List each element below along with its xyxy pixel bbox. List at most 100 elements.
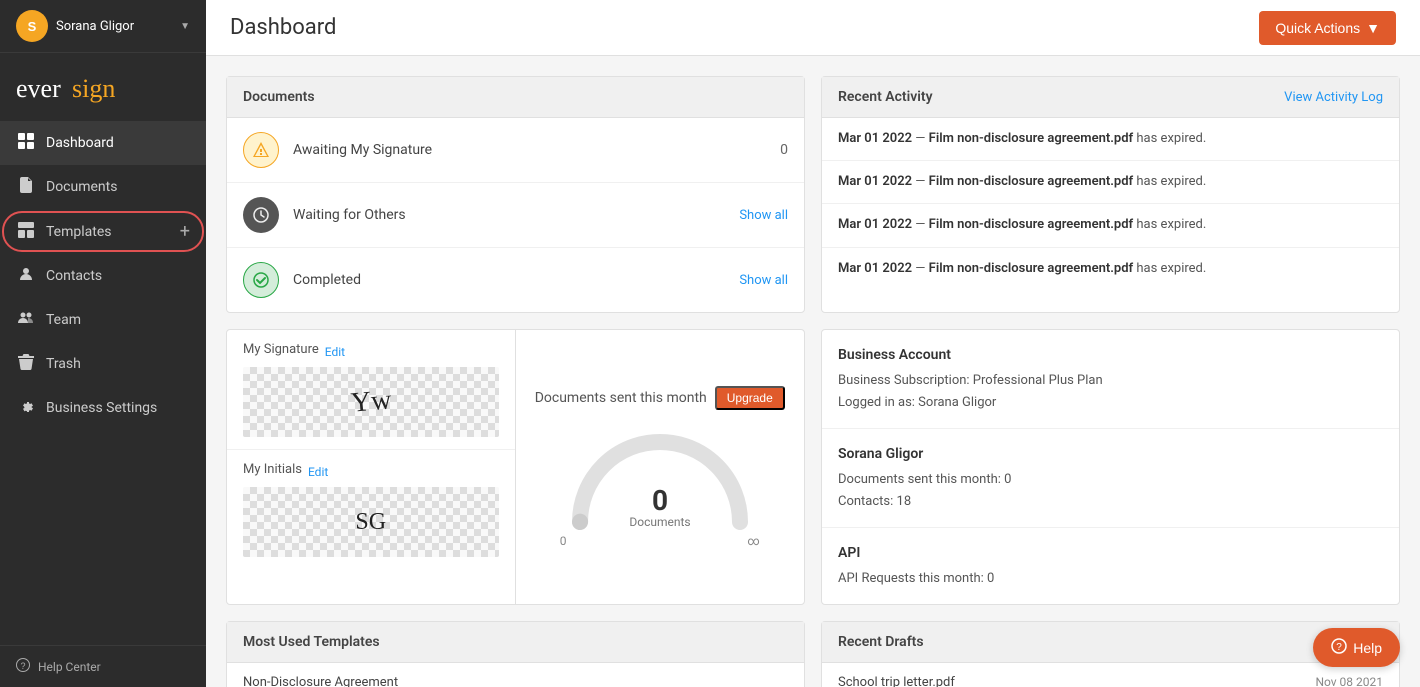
- help-center-icon: ?: [16, 658, 30, 675]
- user-menu[interactable]: S Sorana Gligor ▼: [0, 0, 206, 53]
- biz-user-line2: Contacts: 18: [838, 491, 1383, 513]
- activity-card: Recent Activity View Activity Log Mar 01…: [821, 76, 1400, 313]
- activity-item-4: Mar 01 2022 — Film non-disclosure agreem…: [822, 248, 1399, 290]
- activity-card-title: Recent Activity: [838, 89, 933, 105]
- user-avatar: S: [16, 10, 48, 42]
- sidebar-item-templates-label: Templates: [46, 224, 176, 240]
- activity-item-1: Mar 01 2022 — Film non-disclosure agreem…: [822, 118, 1399, 161]
- biz-user-line1: Documents sent this month: 0: [838, 469, 1383, 491]
- svg-text:?: ?: [1336, 642, 1342, 653]
- my-initials-section: My Initials Edit SG: [227, 450, 515, 569]
- templates-add-icon[interactable]: +: [180, 221, 190, 242]
- chevron-down-icon: ▼: [180, 21, 190, 32]
- gauge-panel: Documents sent this month Upgrade 0 Docu…: [516, 330, 805, 604]
- user-name-label: Sorana Gligor: [56, 19, 180, 34]
- templates-card-header: Most Used Templates: [227, 622, 804, 663]
- template-item-1[interactable]: Non-Disclosure Agreement: [227, 663, 804, 687]
- activity-card-header: Recent Activity View Activity Log: [822, 77, 1399, 118]
- help-center-link[interactable]: ? Help Center: [0, 645, 206, 687]
- doc-waiting-show-all[interactable]: Show all: [739, 208, 788, 223]
- sidebar-item-contacts[interactable]: Contacts: [0, 254, 206, 298]
- upgrade-button[interactable]: Upgrade: [715, 386, 785, 410]
- signature-image: Yw: [349, 384, 392, 419]
- documents-card-title: Documents: [243, 89, 315, 105]
- signature-edit-link[interactable]: Edit: [325, 345, 345, 359]
- sidebar-item-templates[interactable]: Templates +: [0, 209, 206, 254]
- doc-awaiting-label: Awaiting My Signature: [293, 142, 780, 158]
- biz-section-api: API API Requests this month: 0: [822, 528, 1399, 604]
- biz-api-line1: API Requests this month: 0: [838, 568, 1383, 590]
- activity-text-2: — Film non-disclosure agreement.pdf has …: [912, 174, 1206, 189]
- svg-text:sign: sign: [72, 74, 115, 103]
- help-center-label: Help Center: [38, 660, 101, 674]
- biz-api-title: API: [838, 542, 1383, 566]
- quick-actions-chevron-icon: ▼: [1366, 20, 1380, 36]
- doc-waiting-label: Waiting for Others: [293, 207, 739, 223]
- signature-panel: My Signature Edit Yw My Initials Edit SG: [227, 330, 516, 604]
- gauge-title: Documents sent this month Upgrade: [535, 386, 785, 410]
- view-activity-log-link[interactable]: View Activity Log: [1284, 90, 1383, 105]
- svg-text:S: S: [28, 19, 37, 34]
- sidebar-item-documents[interactable]: Documents: [0, 165, 206, 209]
- signature-preview: Yw: [243, 367, 499, 437]
- gauge-chart: 0 Documents: [560, 422, 760, 532]
- biz-user-title: Sorana Gligor: [838, 443, 1383, 467]
- sidebar-item-trash-label: Trash: [46, 356, 190, 372]
- sidebar-item-team[interactable]: Team: [0, 298, 206, 342]
- svg-text:ever: ever: [16, 74, 61, 103]
- quick-actions-button[interactable]: Quick Actions ▼: [1259, 11, 1396, 45]
- doc-completed-label: Completed: [293, 272, 739, 288]
- sidebar-item-business-settings-label: Business Settings: [46, 400, 190, 416]
- activity-date-1: Mar 01 2022: [838, 131, 912, 146]
- drafts-card-title: Recent Drafts: [838, 634, 924, 650]
- activity-text-1: — Film non-disclosure agreement.pdf has …: [912, 131, 1206, 146]
- svg-text:0: 0: [652, 484, 668, 517]
- biz-account-title: Business Account: [838, 344, 1383, 368]
- activity-date-4: Mar 01 2022: [838, 261, 912, 276]
- initials-image: SG: [355, 509, 386, 536]
- my-signature-label: My Signature: [243, 342, 319, 357]
- topbar: Dashboard Quick Actions ▼: [206, 0, 1420, 56]
- gauge-max-label: ∞: [747, 534, 759, 548]
- help-button[interactable]: ? Help: [1313, 628, 1400, 667]
- sidebar-item-dashboard-label: Dashboard: [46, 135, 190, 151]
- initials-edit-link[interactable]: Edit: [308, 465, 328, 479]
- my-initials-label: My Initials: [243, 462, 302, 477]
- activity-text-3: — Film non-disclosure agreement.pdf has …: [912, 217, 1206, 232]
- draft-item-1-date: Nov 08 2021: [1315, 675, 1383, 687]
- main-content: Dashboard Quick Actions ▼ Documents Awai…: [206, 0, 1420, 687]
- doc-item-completed[interactable]: Completed Show all: [227, 248, 804, 312]
- template-item-1-label: Non-Disclosure Agreement: [243, 675, 398, 687]
- biz-account-line1: Business Subscription: Professional Plus…: [838, 370, 1383, 392]
- gauge-min-label: 0: [560, 534, 567, 548]
- draft-item-1-label: School trip letter.pdf: [838, 675, 955, 687]
- file-icon: [16, 177, 36, 197]
- initials-preview: SG: [243, 487, 499, 557]
- sidebar-item-dashboard[interactable]: Dashboard: [0, 121, 206, 165]
- gauge-labels: 0 ∞: [560, 534, 760, 548]
- completed-icon: [243, 262, 279, 298]
- documents-card-header: Documents: [227, 77, 804, 118]
- sidebar-item-trash[interactable]: Trash: [0, 342, 206, 386]
- doc-item-waiting[interactable]: Waiting for Others Show all: [227, 183, 804, 248]
- quick-actions-label: Quick Actions: [1275, 20, 1360, 36]
- brand-logo: ever sign: [0, 53, 206, 121]
- drafts-card-header: Recent Drafts: [822, 622, 1399, 663]
- activity-date-2: Mar 01 2022: [838, 174, 912, 189]
- my-signature-section: My Signature Edit Yw: [227, 330, 515, 450]
- doc-item-awaiting[interactable]: Awaiting My Signature 0: [227, 118, 804, 183]
- business-card: Business Account Business Subscription: …: [821, 329, 1400, 605]
- people-icon: [16, 310, 36, 330]
- sidebar-item-business-settings[interactable]: Business Settings: [0, 386, 206, 430]
- activity-item-3: Mar 01 2022 — Film non-disclosure agreem…: [822, 204, 1399, 247]
- activity-date-3: Mar 01 2022: [838, 217, 912, 232]
- doc-completed-show-all[interactable]: Show all: [739, 273, 788, 288]
- waiting-icon: [243, 197, 279, 233]
- svg-text:?: ?: [20, 661, 25, 671]
- templates-card: Most Used Templates Non-Disclosure Agree…: [226, 621, 805, 687]
- biz-section-user: Sorana Gligor Documents sent this month:…: [822, 429, 1399, 528]
- draft-item-1[interactable]: School trip letter.pdf Nov 08 2021: [822, 663, 1399, 687]
- nav-menu: Dashboard Documents Templates + Contacts: [0, 121, 206, 645]
- help-circle-icon: ?: [1331, 638, 1347, 657]
- awaiting-icon: [243, 132, 279, 168]
